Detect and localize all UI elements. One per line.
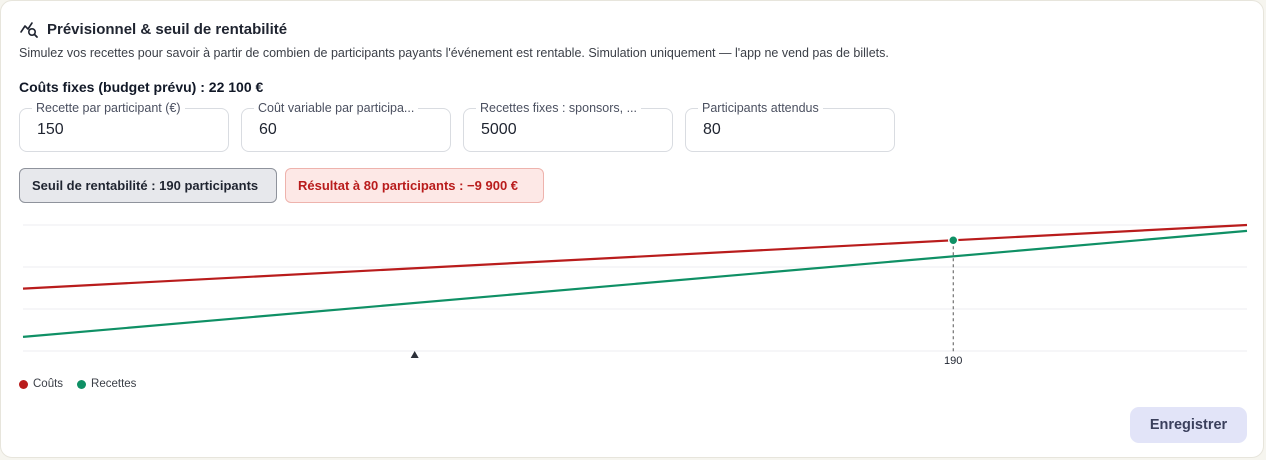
- chart-legend: Coûts Recettes: [19, 378, 136, 390]
- fixed-costs-label: Coûts fixes (budget prévu) : 22 100 €: [19, 79, 264, 95]
- chart-search-icon: [20, 22, 38, 38]
- costs-line: [22, 223, 1248, 290]
- legend-label-costs: Coûts: [33, 378, 64, 390]
- card-title: Prévisionnel & seuil de rentabilité: [47, 20, 288, 38]
- expected-participants-field[interactable]: Participants attendus: [685, 101, 895, 152]
- legend-swatch-costs: [19, 379, 28, 389]
- break-even-chart: 190: [22, 223, 1248, 367]
- result-badge: Résultat à 80 participants : −9 900 €: [285, 168, 544, 203]
- break-even-tick-label: 190: [944, 355, 962, 367]
- expected-participants-marker: [410, 351, 419, 358]
- field-label: Coût variable par participa...: [254, 101, 419, 115]
- card-subtitle: Simulez vos recettes pour savoir à parti…: [19, 46, 889, 60]
- break-even-badge: Seuil de rentabilité : 190 participants: [19, 168, 277, 203]
- fixed-revenue-field[interactable]: Recettes fixes : sponsors, ...: [463, 101, 673, 152]
- field-label: Recettes fixes : sponsors, ...: [476, 101, 642, 115]
- revenue-line: [22, 229, 1248, 338]
- legend-item-revenue: Recettes: [77, 378, 136, 390]
- fixed-revenue-input[interactable]: [481, 121, 661, 139]
- save-button[interactable]: Enregistrer: [1130, 407, 1247, 443]
- revenue-per-participant-field[interactable]: Recette par participant (€): [19, 101, 229, 152]
- legend-swatch-revenue: [77, 379, 87, 389]
- expected-participants-input[interactable]: [703, 121, 883, 139]
- revenue-per-participant-input[interactable]: [37, 121, 217, 139]
- legend-label-revenue: Recettes: [91, 378, 137, 390]
- card-header: Prévisionnel & seuil de rentabilité: [19, 19, 287, 39]
- field-label: Participants attendus: [698, 101, 823, 115]
- break-even-point: [947, 235, 959, 246]
- variable-cost-input[interactable]: [259, 121, 439, 139]
- variable-cost-field[interactable]: Coût variable par participa...: [241, 101, 451, 152]
- legend-item-costs: Coûts: [19, 378, 63, 390]
- forecast-card: Prévisionnel & seuil de rentabilité Simu…: [0, 0, 1264, 458]
- field-label: Recette par participant (€): [32, 101, 185, 115]
